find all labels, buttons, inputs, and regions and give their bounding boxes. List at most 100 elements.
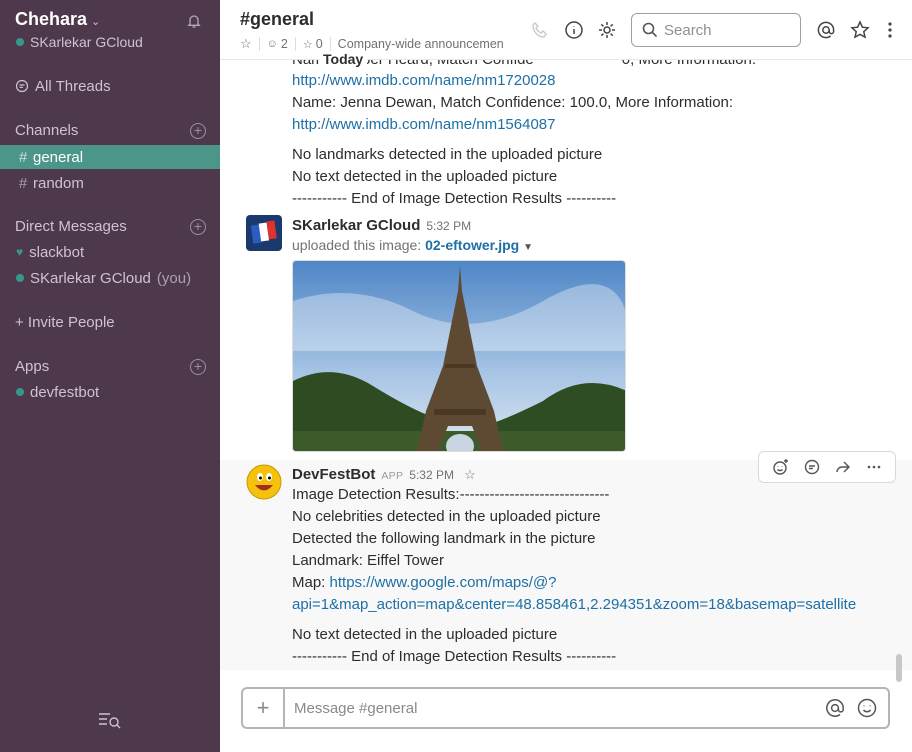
bot-avatar-image [246,464,282,500]
hash-icon: # [18,148,28,166]
message-line: Landmark: Eiffel Tower [292,552,445,569]
add-app-icon[interactable]: + [190,359,206,375]
current-user[interactable]: SKarlekar GCloud [16,34,143,50]
jump-to-search-icon[interactable] [98,710,122,730]
member-count[interactable]: 2 [281,37,288,51]
message-line: No text detected in the uploaded picture [292,626,558,643]
pin-icon[interactable]: ☆ [303,38,313,51]
imdb-link[interactable]: http://www.imdb.com/name/nm1720028 [292,72,555,89]
sender-name[interactable]: SKarlekar GCloud [292,217,420,234]
pin-count[interactable]: 0 [316,37,323,51]
day-divider: Today [319,51,368,67]
uploaded-image[interactable] [292,260,626,452]
more-actions-icon[interactable] [864,457,884,477]
sidebar-item-general[interactable]: # general [0,145,220,169]
emoji-icon[interactable] [856,697,878,719]
mentions-icon[interactable] [816,20,836,40]
imdb-link[interactable]: http://www.imdb.com/name/nm1564087 [292,116,555,133]
message-line: Name: Jenna Dewan, Match Confidence: 100… [292,94,734,111]
hash-icon: # [18,174,28,192]
star-icon[interactable]: ☆ [240,36,252,52]
bell-icon[interactable] [186,13,202,29]
app-name: devfestbot [30,383,100,401]
map-link[interactable]: https://www.google.com/maps/@? [330,574,557,591]
message-line: No celebrities detected in the uploaded … [292,508,601,525]
start-thread-icon[interactable] [802,457,822,477]
presence-dot [16,38,24,46]
add-dm-icon[interactable]: + [190,219,206,235]
chevron-down-icon: ⌄ [91,16,101,28]
timestamp[interactable]: 5:32 PM [409,468,454,482]
channel-name: random [33,174,84,192]
all-threads-label: All Threads [35,77,111,95]
sidebar-item-devfestbot[interactable]: devfestbot [0,380,220,404]
message-line: ----------- End of Image Detection Resul… [292,648,617,665]
message-header: SKarlekar GCloud 5:32 PM [292,217,471,234]
attach-button[interactable]: + [243,689,285,727]
info-icon[interactable] [564,20,584,40]
gear-icon[interactable] [597,20,617,40]
channels-heading[interactable]: Channels [15,122,78,139]
member-icon[interactable]: ☺ [267,38,278,50]
message-input[interactable]: Message #general [285,700,824,717]
dm-name: slackbot [29,243,85,261]
message-line: Detected the following landmark in the p… [292,530,596,547]
presence-dot [16,274,24,282]
message-list[interactable]: Name: Amber Heard, Match Confide0, More … [220,60,912,670]
apps-heading[interactable]: Apps [15,358,49,375]
more-vertical-icon[interactable] [880,20,900,40]
timestamp[interactable]: 5:32 PM [426,219,471,233]
search-placeholder: Search [664,21,712,39]
phone-icon[interactable] [530,20,550,40]
channel-name: general [33,148,84,166]
message-actions [758,451,896,483]
divider [258,37,260,51]
message-line: ----------- End of Image Detection Resul… [292,190,617,207]
message-line: No landmarks detected in the uploaded pi… [292,146,603,163]
add-channel-icon[interactable]: + [190,123,206,139]
add-reaction-icon[interactable] [771,457,791,477]
star-items-icon[interactable] [850,20,870,40]
avatar[interactable] [246,215,282,251]
channel-topic[interactable]: Company-wide announcemen [338,37,504,51]
message-line: Image Detection Results:----------------… [292,486,610,503]
heart-icon: ♥ [16,245,24,259]
map-label: Map: [292,574,330,591]
dm-name: SKarlekar GCloud [30,269,151,287]
team-name[interactable]: Chehara ⌄ [15,9,100,30]
eiffel-tower-image [293,261,625,451]
sidebar-item-all-threads[interactable]: All Threads [0,74,220,98]
sidebar: Chehara ⌄ SKarlekar GCloud All Threads Ch… [0,0,220,752]
sidebar-item-random[interactable]: # random [0,171,220,195]
message-line: No text detected in the uploaded picture [292,168,558,185]
star-icon[interactable]: ☆ [464,467,476,482]
direct-messages-heading[interactable]: Direct Messages [15,218,127,235]
presence-dot [16,388,24,396]
app-badge: APP [381,470,404,482]
you-suffix: (you) [156,269,192,287]
upload-line: uploaded this image: 02-eftower.jpg ▼ [292,237,533,253]
channel-meta: ☆ ☺ 2 ☆ 0 Company-wide announcemen [240,36,504,52]
scrollbar[interactable] [896,654,902,682]
share-icon[interactable] [833,457,853,477]
sidebar-item-slackbot[interactable]: ♥ slackbot [0,240,220,264]
team-name-label: Chehara [15,9,88,29]
invite-people-link[interactable]: + Invite People [15,314,115,331]
caret-down-icon[interactable]: ▼ [523,242,533,253]
message-composer[interactable]: + Message #general [241,687,890,729]
threads-icon [15,79,29,93]
current-user-name: SKarlekar GCloud [30,34,143,50]
sender-name[interactable]: DevFestBot [292,466,375,483]
bot-avatar[interactable] [246,464,282,500]
message-text: 0, More Information: [622,60,756,68]
channel-title[interactable]: #general [240,9,314,30]
file-link[interactable]: 02-eftower.jpg [425,237,519,253]
upload-text: uploaded this image: [292,237,426,253]
message-line: Map: https://www.google.com/maps/@? [292,574,557,591]
search-input[interactable]: Search [631,13,801,47]
map-link-continued[interactable]: api=1&map_action=map&center=48.858461,2.… [292,596,856,613]
search-icon [642,22,658,38]
sidebar-item-self-dm[interactable]: SKarlekar GCloud (you) [0,266,220,290]
user-avatar-image [246,215,282,251]
mention-icon[interactable] [824,697,846,719]
